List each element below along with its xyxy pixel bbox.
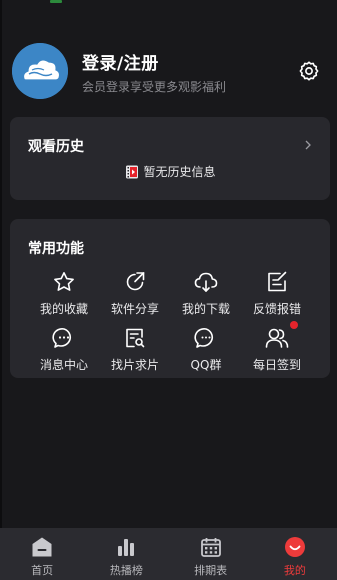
- nav-label: 排期表: [194, 564, 228, 577]
- video-file-icon: [126, 165, 139, 178]
- message-icon: [52, 328, 72, 348]
- cloud-icon: [12, 43, 68, 99]
- bottom-nav: 首页 热播榜 排期表 我的: [0, 528, 337, 580]
- nav-hot-list[interactable]: 热播榜: [84, 528, 168, 580]
- smile-icon: [284, 537, 305, 557]
- feature-label: QQ群: [190, 358, 222, 372]
- nav-mine[interactable]: 我的: [253, 528, 337, 580]
- common-features-card: 常用功能 我的收藏 软件分享 我的下载 反馈报错 消息中心 找片求片 QQ群 每…: [10, 219, 330, 378]
- login-title[interactable]: 登录/注册: [82, 49, 159, 74]
- users-icon: [265, 328, 289, 348]
- status-indicator: [50, 0, 62, 3]
- star-icon: [54, 272, 74, 291]
- nav-label: 首页: [31, 564, 54, 577]
- share-icon: [126, 272, 145, 291]
- chat-icon: [194, 328, 214, 348]
- feature-label: 我的收藏: [39, 302, 88, 316]
- feature-find-films[interactable]: 找片求片: [99, 325, 171, 373]
- empty-history: 暂无历史信息: [10, 163, 330, 180]
- feature-qq-group[interactable]: QQ群: [170, 325, 242, 373]
- feature-favorites[interactable]: 我的收藏: [28, 269, 100, 317]
- calendar-icon: [200, 538, 221, 557]
- feature-label: 消息中心: [39, 358, 88, 372]
- feature-label: 找片求片: [110, 358, 159, 372]
- status-bar: [0, 0, 337, 6]
- feature-label: 每日签到: [252, 358, 301, 372]
- feature-feedback[interactable]: 反馈报错: [241, 269, 313, 317]
- feature-share-app[interactable]: 软件分享: [99, 269, 171, 317]
- feature-downloads[interactable]: 我的下载: [170, 269, 242, 317]
- login-subtitle: 会员登录享受更多观影福利: [82, 80, 227, 94]
- bar-chart-icon: [118, 539, 135, 556]
- feedback-edit-icon: [268, 271, 287, 292]
- nav-home[interactable]: 首页: [0, 528, 84, 580]
- nav-schedule[interactable]: 排期表: [169, 528, 253, 580]
- cloud-download-icon: [194, 272, 218, 292]
- search-doc-icon: [126, 328, 145, 348]
- nav-label: 我的: [283, 564, 306, 577]
- feature-daily-checkin[interactable]: 每日签到: [241, 321, 313, 373]
- feature-label: 软件分享: [110, 302, 159, 316]
- feature-messages[interactable]: 消息中心: [28, 325, 100, 373]
- watch-history-title: 观看历史: [28, 139, 84, 155]
- watch-history-card[interactable]: 观看历史 暂无历史信息: [10, 117, 330, 200]
- feature-label: 反馈报错: [252, 302, 301, 316]
- feature-label: 我的下载: [181, 302, 230, 316]
- nav-label: 热播榜: [109, 564, 143, 577]
- settings-button[interactable]: [296, 58, 322, 84]
- chevron-right-icon[interactable]: [302, 138, 314, 152]
- empty-history-text: 暂无历史信息: [143, 165, 216, 179]
- home-icon: [32, 537, 52, 557]
- notification-dot: [290, 321, 298, 329]
- avatar[interactable]: [12, 43, 68, 99]
- gear-icon: [299, 61, 319, 81]
- common-features-title: 常用功能: [28, 241, 84, 257]
- profile-header: 登录/注册 会员登录享受更多观影福利: [0, 40, 337, 104]
